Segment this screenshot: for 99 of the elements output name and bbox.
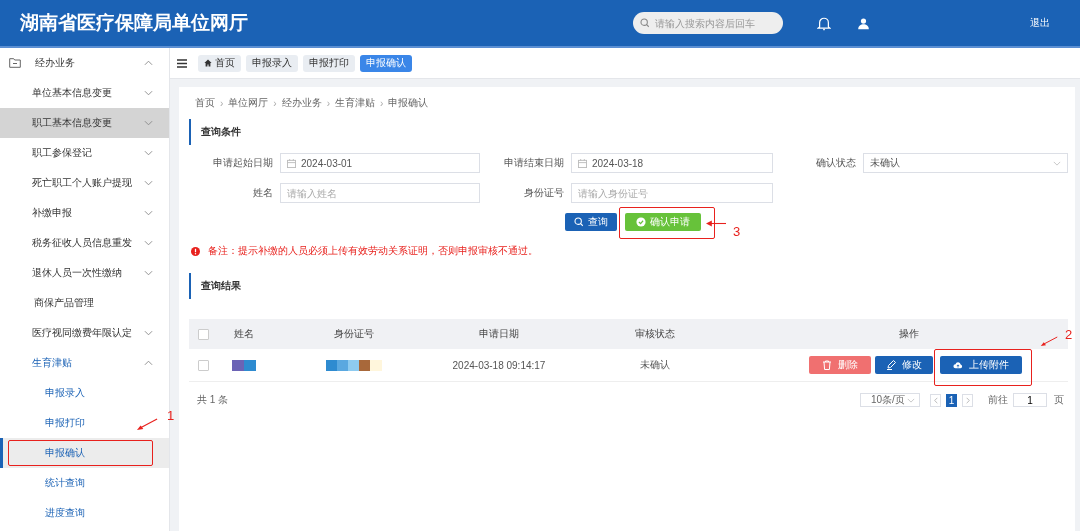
- section-title: 查询结果: [201, 279, 241, 293]
- chevron-icon: [144, 210, 153, 216]
- chevron-icon: [144, 240, 153, 246]
- cloud-upload-icon: [953, 360, 963, 370]
- breadcrumb-link[interactable]: 经办业务: [281, 96, 322, 110]
- column-header: 审核状态: [635, 327, 675, 341]
- chevron-icon: [144, 60, 153, 66]
- sidebar-item[interactable]: 职工基本信息变更: [0, 108, 169, 138]
- select-all-checkbox[interactable]: [197, 328, 209, 340]
- date-field[interactable]: 2024-03-01: [280, 153, 480, 173]
- edit-button[interactable]: 修改: [875, 356, 933, 374]
- sidebar-subitem[interactable]: 统计查询: [0, 468, 169, 498]
- check-circle-icon: [636, 217, 646, 227]
- sidebar-subitem[interactable]: 申报打印: [0, 408, 169, 438]
- chevron-icon: [144, 180, 153, 186]
- sidebar-subitem[interactable]: 申报录入: [0, 378, 169, 408]
- site-title: 湖南省医疗保障局单位网厅: [20, 11, 248, 35]
- annotation-number: 2: [1065, 327, 1073, 342]
- page-number[interactable]: 1: [946, 393, 957, 407]
- breadcrumb-separator: ›: [273, 97, 277, 109]
- annotation-arrow: [706, 219, 726, 228]
- sidebar-item[interactable]: 补缴申报: [0, 198, 169, 228]
- calendar-icon: [578, 158, 587, 168]
- previous-page-button[interactable]: [930, 393, 941, 407]
- page-size-select[interactable]: 10条/页: [860, 393, 920, 407]
- column-header: 申请日期: [479, 327, 519, 341]
- chevron-right-icon: [965, 396, 970, 404]
- chevron-left-icon: [933, 396, 938, 404]
- annotation-number: 1: [167, 408, 175, 423]
- sidebar-item[interactable]: 税务征收人员信息重发: [0, 228, 169, 258]
- row-checkbox[interactable]: [197, 359, 209, 371]
- tab[interactable]: 首页: [198, 54, 241, 72]
- chevron-icon: [144, 90, 153, 96]
- calendar-icon: [287, 158, 296, 168]
- sidebar-group[interactable]: 经办业务: [0, 48, 169, 78]
- sidebar-item[interactable]: 职工参保登记: [0, 138, 169, 168]
- redaction-blocks: [326, 359, 382, 371]
- next-page-button[interactable]: [962, 393, 973, 407]
- home-icon: [204, 59, 212, 67]
- chevron-icon: [144, 330, 153, 336]
- table-cell-text: 2024-03-18 09:14:17: [451, 359, 547, 371]
- column-header: 姓名: [234, 327, 254, 341]
- field-label: 身份证号: [523, 186, 565, 200]
- trash-icon: [822, 360, 832, 370]
- chevron-icon: [144, 120, 153, 126]
- search-icon: [640, 18, 650, 28]
- search-button[interactable]: 查询: [565, 213, 617, 231]
- table-cell-text: 未确认: [639, 358, 671, 372]
- logout-link[interactable]: 退出: [1030, 16, 1050, 30]
- menu-icon[interactable]: [177, 58, 187, 68]
- breadcrumb-separator: ›: [220, 97, 224, 109]
- breadcrumb-link[interactable]: 首页: [195, 96, 215, 110]
- annotation-number: 3: [733, 224, 741, 239]
- pencil-icon: [886, 360, 896, 370]
- breadcrumb-separator: ›: [326, 97, 331, 109]
- section-title: 查询条件: [201, 125, 241, 139]
- search-field[interactable]: 请输入搜索内容后回车: [633, 12, 783, 34]
- sidebar-item[interactable]: 退休人员一次性缴纳: [0, 258, 169, 288]
- field-label: 姓名: [252, 186, 274, 200]
- goto-label: 前往: [988, 393, 1008, 407]
- select-field[interactable]: 未确认: [863, 153, 1068, 173]
- warning-icon: [191, 246, 200, 256]
- total-count: 共 1 条: [197, 393, 229, 407]
- chevron-icon: [144, 360, 153, 366]
- folder-icon: [9, 58, 21, 68]
- dropdown-icon: [1053, 160, 1061, 166]
- bell-icon[interactable]: [817, 15, 831, 31]
- sidebar-subitem[interactable]: 进度查询: [0, 498, 169, 528]
- sidebar-item[interactable]: 商保产品管理: [0, 288, 169, 318]
- date-field[interactable]: 2024-03-18: [571, 153, 773, 173]
- chevron-icon: [144, 150, 153, 156]
- sidebar-item[interactable]: 单位基本信息变更: [0, 78, 169, 108]
- sidebar-item[interactable]: 医疗视同缴费年限认定: [0, 318, 169, 348]
- tab[interactable]: 申报打印: [303, 54, 355, 72]
- column-header: 操作: [898, 327, 919, 341]
- annotation-arrow: [136, 418, 158, 431]
- tab[interactable]: 申报录入: [246, 54, 298, 72]
- input-field[interactable]: 请输入身份证号: [571, 183, 773, 203]
- field-label: 确认状态: [815, 156, 857, 170]
- sidebar-item[interactable]: 死亡职工个人账户提现: [0, 168, 169, 198]
- redaction-blocks: [232, 359, 256, 371]
- page-suffix: 页: [1054, 393, 1064, 407]
- page-input[interactable]: 1: [1013, 393, 1047, 407]
- chevron-icon: [144, 270, 153, 276]
- tab[interactable]: 申报确认: [360, 54, 412, 72]
- dropdown-icon: [907, 397, 915, 403]
- search-icon: [574, 217, 584, 227]
- breadcrumb-separator: ›: [380, 97, 384, 109]
- field-label: 申请起始日期: [212, 156, 274, 170]
- input-field[interactable]: 请输入姓名: [280, 183, 480, 203]
- breadcrumb-link[interactable]: 生育津贴: [335, 96, 376, 110]
- column-header: 身份证号: [334, 327, 374, 341]
- note-text: 备注：提示补缴的人员必须上传有效劳动关系证明，否则申报审核不通过。: [208, 244, 538, 258]
- sidebar-item[interactable]: 生育津贴: [0, 348, 169, 378]
- field-label: 申请结束日期: [503, 156, 565, 170]
- annotation-arrow: [1040, 336, 1058, 347]
- breadcrumb-link[interactable]: 申报确认: [388, 96, 429, 110]
- breadcrumb-link[interactable]: 单位网厅: [228, 96, 269, 110]
- user-icon[interactable]: [857, 16, 870, 30]
